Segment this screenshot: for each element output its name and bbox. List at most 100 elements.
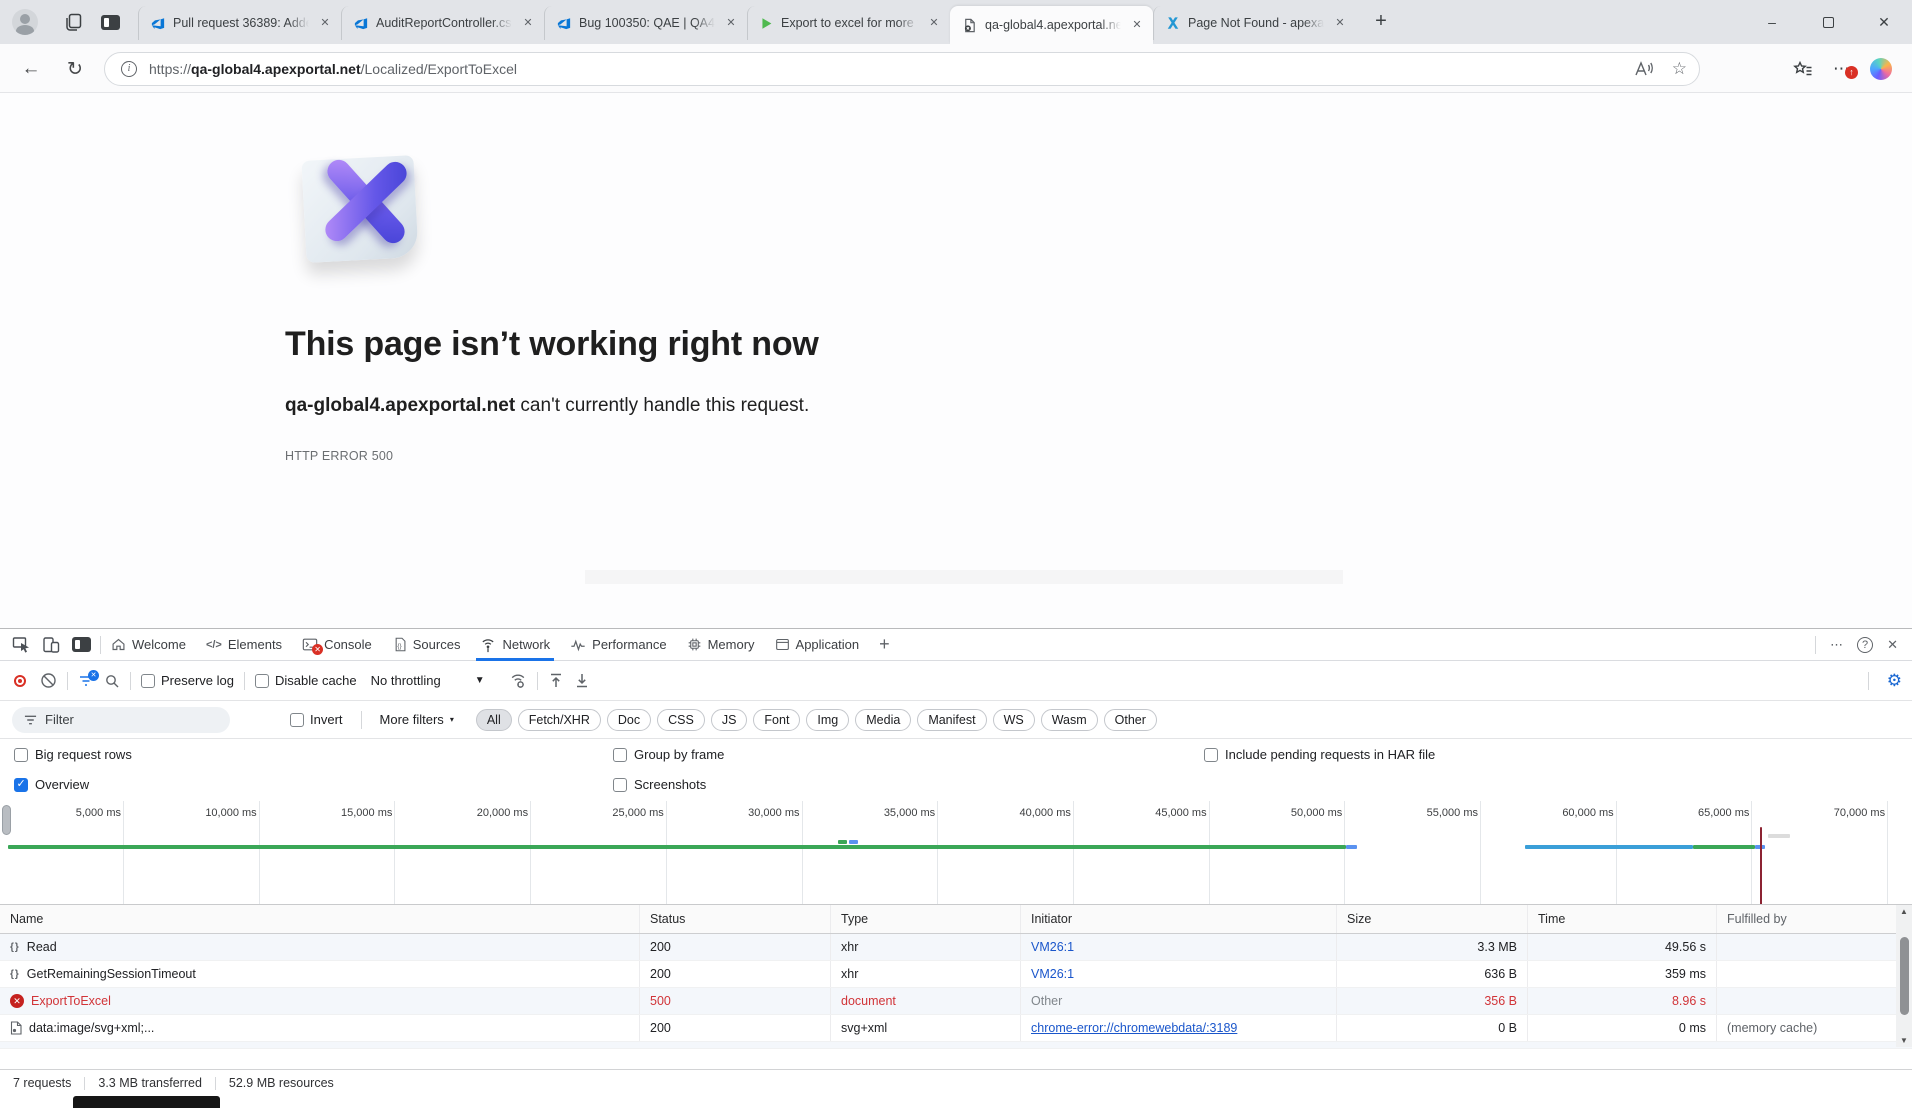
copilot-icon[interactable] [1870, 58, 1892, 80]
request-row[interactable]: {}GetRemainingSessionTimeout 200 xhr VM2… [0, 961, 1912, 988]
column-size[interactable]: Size [1336, 905, 1527, 933]
tab-close-icon[interactable]: ✕ [723, 15, 739, 31]
tab-application[interactable]: Application [765, 629, 870, 661]
pill-fetch-xhr[interactable]: Fetch/XHR [518, 709, 601, 731]
more-tabs-button[interactable]: + [869, 634, 900, 655]
timeline-tick-label: 10,000 ms [127, 807, 257, 819]
table-scrollbar[interactable]: ▲ ▼ [1896, 905, 1912, 1047]
browser-tab-pull-request[interactable]: Pull request 36389: Added ✕ [138, 6, 341, 40]
filter-toggle-icon[interactable]: ✕ [78, 674, 94, 688]
new-tab-button[interactable]: + [1368, 10, 1394, 33]
address-bar[interactable]: i https://qa-global4.apexportal.net/Loca… [104, 52, 1700, 86]
site-info-icon[interactable]: i [121, 61, 137, 77]
close-window-button[interactable]: ✕ [1856, 0, 1912, 44]
devtools-help-icon[interactable]: ? [1857, 637, 1873, 653]
application-icon [775, 637, 790, 652]
export-har-icon[interactable] [574, 672, 590, 689]
tab-console[interactable]: ✕ Console [292, 629, 382, 661]
tab-elements[interactable]: </> Elements [196, 629, 292, 661]
vertical-tabs-icon[interactable] [98, 10, 122, 34]
preserve-log-checkbox[interactable]: Preserve log [141, 673, 234, 688]
browser-tab-export-excel[interactable]: Export to excel for more t ✕ [747, 6, 950, 40]
big-request-rows-checkbox[interactable]: Big request rows [14, 747, 132, 762]
include-har-checkbox[interactable]: Include pending requests in HAR file [1204, 747, 1435, 762]
filter-input[interactable]: Filter [12, 707, 230, 733]
tab-memory[interactable]: Memory [677, 629, 765, 661]
back-button[interactable]: ← [18, 56, 44, 82]
browser-tab-active[interactable]: qa-global4.apexportal.net ✕ [950, 6, 1153, 44]
tab-close-icon[interactable]: ✕ [1129, 17, 1145, 33]
column-type[interactable]: Type [830, 905, 1020, 933]
disable-cache-checkbox[interactable]: Disable cache [255, 673, 357, 688]
devtools-close-icon[interactable]: ✕ [1887, 637, 1898, 653]
pill-wasm[interactable]: Wasm [1041, 709, 1098, 731]
column-fulfilled-by[interactable]: Fulfilled by [1716, 905, 1896, 933]
pill-manifest[interactable]: Manifest [917, 709, 986, 731]
pill-other[interactable]: Other [1104, 709, 1157, 731]
screenshots-checkbox[interactable]: Screenshots [613, 777, 706, 792]
clear-icon[interactable] [40, 672, 57, 689]
tab-close-icon[interactable]: ✕ [317, 15, 333, 31]
throttling-caret-icon[interactable]: ▼ [475, 675, 485, 686]
column-name[interactable]: Name [0, 905, 639, 933]
read-aloud-icon[interactable] [1634, 60, 1654, 78]
restore-button[interactable] [1800, 0, 1856, 44]
tab-close-icon[interactable]: ✕ [520, 15, 536, 31]
pill-css[interactable]: CSS [657, 709, 705, 731]
pill-ws[interactable]: WS [993, 709, 1035, 731]
pill-doc[interactable]: Doc [607, 709, 651, 731]
scroll-down-icon[interactable]: ▼ [1900, 1036, 1908, 1045]
tab-welcome[interactable]: Welcome [101, 629, 196, 661]
request-row[interactable]: data:image/svg+xml;... 200 svg+xml chrom… [0, 1015, 1912, 1042]
timeline-gridline [802, 801, 803, 905]
group-by-frame-checkbox[interactable]: Group by frame [613, 747, 724, 762]
workspaces-icon[interactable] [62, 10, 86, 34]
inspect-element-icon[interactable] [8, 632, 34, 658]
column-initiator[interactable]: Initiator [1020, 905, 1336, 933]
browser-tab-page-not-found[interactable]: Page Not Found - apexana ✕ [1153, 6, 1356, 40]
reload-button[interactable]: ↻ [62, 56, 88, 82]
search-icon[interactable] [104, 673, 120, 689]
scroll-up-icon[interactable]: ▲ [1900, 907, 1908, 916]
profile-avatar[interactable] [12, 9, 38, 35]
pill-all[interactable]: All [476, 709, 512, 731]
import-har-icon[interactable] [548, 672, 564, 689]
initiator-link[interactable]: VM26:1 [1031, 967, 1074, 981]
tab-close-icon[interactable]: ✕ [1332, 15, 1348, 31]
initiator-link[interactable]: chrome-error://chromewebdata/:3189 [1031, 1048, 1237, 1049]
overview-checkbox[interactable]: Overview [14, 777, 89, 792]
pill-media[interactable]: Media [855, 709, 911, 731]
column-status[interactable]: Status [639, 905, 830, 933]
scrollbar-thumb[interactable] [1900, 937, 1909, 1015]
network-conditions-icon[interactable] [509, 672, 527, 690]
tab-performance[interactable]: Performance [560, 629, 676, 661]
request-row[interactable]: {}Read 200 xhr VM26:1 3.3 MB 49.56 s [0, 934, 1912, 961]
throttling-select[interactable]: No throttling [371, 673, 441, 688]
browser-tab-bug[interactable]: Bug 100350: QAE | QA4 H ✕ [544, 6, 747, 40]
devtools-more-icon[interactable]: ⋯ [1830, 637, 1843, 653]
initiator-link[interactable]: VM26:1 [1031, 940, 1074, 954]
dock-side-icon[interactable] [68, 632, 94, 658]
request-row-error[interactable]: ✕ExportToExcel 500 document Other 356 B … [0, 988, 1912, 1015]
favorites-bar-icon[interactable] [1793, 60, 1813, 78]
favorite-star-icon[interactable]: ☆ [1672, 59, 1687, 79]
tab-close-icon[interactable]: ✕ [926, 15, 942, 31]
pill-img[interactable]: Img [806, 709, 849, 731]
tab-sources[interactable]: {} Sources [382, 629, 471, 661]
network-overview-timeline[interactable]: 5,000 ms10,000 ms15,000 ms20,000 ms25,00… [0, 801, 1912, 905]
initiator-link[interactable]: chrome-error://chromewebdata/:3189 [1031, 1021, 1237, 1035]
invert-checkbox[interactable]: Invert [290, 712, 343, 727]
device-toolbar-icon[interactable] [38, 632, 64, 658]
pill-js[interactable]: JS [711, 709, 748, 731]
more-filters-dropdown[interactable]: More filters▾ [380, 712, 454, 727]
timeline-tick-label: 45,000 ms [1077, 807, 1207, 819]
settings-more-icon[interactable]: ⋯↑ [1833, 59, 1850, 79]
tab-network[interactable]: Network [470, 629, 560, 661]
record-icon[interactable] [14, 675, 26, 687]
network-settings-gear-icon[interactable]: ⚙ [1887, 671, 1902, 691]
minimize-button[interactable]: – [1744, 0, 1800, 44]
request-row-partial[interactable]: data:image/svg+xml;... 200 svg+xml chrom… [0, 1042, 1912, 1049]
column-time[interactable]: Time [1527, 905, 1716, 933]
pill-font[interactable]: Font [753, 709, 800, 731]
browser-tab-audit-controller[interactable]: AuditReportController.cs ✕ [341, 6, 544, 40]
